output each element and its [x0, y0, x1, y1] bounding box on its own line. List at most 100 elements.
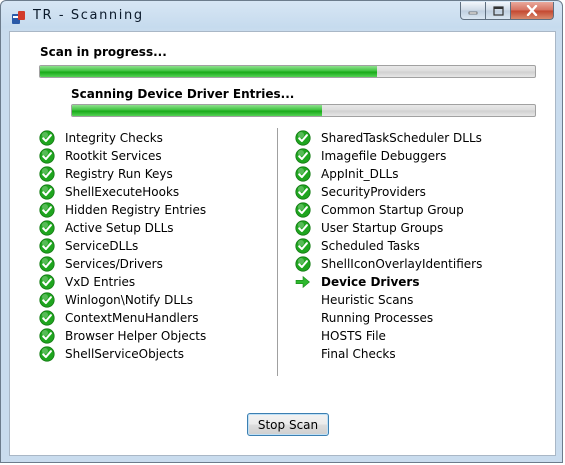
green-check-icon: [295, 202, 311, 218]
green-check-icon: [39, 328, 55, 344]
right-check-item: ShellIconOverlayIdentifiers: [295, 255, 482, 273]
right-check-item: HOSTS File: [295, 327, 482, 345]
green-check-icon: [295, 256, 311, 272]
right-check-item: SharedTaskScheduler DLLs: [295, 129, 482, 147]
left-check-item: ShellExecuteHooks: [39, 183, 206, 201]
right-check-item: AppInit_DLLs: [295, 165, 482, 183]
right-check-item-label: HOSTS File: [321, 329, 386, 343]
green-check-icon: [39, 202, 55, 218]
green-check-icon: [295, 148, 311, 164]
left-check-item: Hidden Registry Entries: [39, 201, 206, 219]
scan-panel: Scan in progress... Scanning Device Driv…: [9, 31, 556, 456]
left-check-item-label: ServiceDLLs: [65, 239, 139, 253]
green-check-icon: [39, 310, 55, 326]
close-icon: [526, 5, 538, 16]
right-check-item-label: Running Processes: [321, 311, 434, 325]
sub-progress-fill: [72, 105, 323, 116]
left-check-item-label: ShellExecuteHooks: [65, 185, 180, 199]
sub-progress-label: Scanning Device Driver Entries...: [71, 87, 295, 101]
green-check-icon: [295, 184, 311, 200]
left-check-item: Browser Helper Objects: [39, 327, 206, 345]
green-check-icon: [39, 184, 55, 200]
minimize-icon: [468, 11, 478, 14]
left-check-item-label: Registry Run Keys: [65, 167, 173, 181]
green-check-icon: [295, 238, 311, 254]
scan-window: TR - Scanning Scan in progress... Scanni…: [0, 0, 563, 463]
right-check-item: Device Drivers: [295, 273, 482, 291]
overall-progress-bar: [39, 65, 536, 78]
right-check-item-label: Device Drivers: [321, 275, 420, 289]
right-check-item: Running Processes: [295, 309, 482, 327]
right-check-item-label: User Startup Groups: [321, 221, 444, 235]
maximize-icon: [492, 5, 504, 16]
right-check-item: User Startup Groups: [295, 219, 482, 237]
green-check-icon: [39, 220, 55, 236]
green-check-icon: [39, 166, 55, 182]
left-check-item: Winlogon\Notify DLLs: [39, 291, 206, 309]
close-button[interactable]: [511, 2, 554, 20]
title-bar[interactable]: TR - Scanning: [1, 1, 562, 31]
green-check-icon: [39, 256, 55, 272]
left-check-item-label: Winlogon\Notify DLLs: [65, 293, 193, 307]
left-check-item: ContextMenuHandlers: [39, 309, 206, 327]
right-check-item-label: Final Checks: [321, 347, 396, 361]
left-check-item-label: ContextMenuHandlers: [65, 311, 199, 325]
left-check-item: Registry Run Keys: [39, 165, 206, 183]
right-check-item-label: SecurityProviders: [321, 185, 426, 199]
green-check-icon: [39, 130, 55, 146]
green-arrow-icon: [295, 274, 311, 290]
pending-blank-icon: [295, 292, 311, 308]
sub-progress-bar: [71, 104, 536, 117]
right-check-item-label: AppInit_DLLs: [321, 167, 399, 181]
right-check-item-label: Imagefile Debuggers: [321, 149, 447, 163]
overall-progress-label: Scan in progress...: [40, 45, 167, 59]
left-check-item-label: Integrity Checks: [65, 131, 163, 145]
green-check-icon: [39, 148, 55, 164]
right-check-item: Imagefile Debuggers: [295, 147, 482, 165]
pending-blank-icon: [295, 310, 311, 326]
app-icon: [9, 8, 27, 26]
right-check-item-label: ShellIconOverlayIdentifiers: [321, 257, 483, 271]
right-check-item-label: Heuristic Scans: [321, 293, 414, 307]
left-check-item-label: Services/Drivers: [65, 257, 163, 271]
left-check-item: Integrity Checks: [39, 129, 206, 147]
right-check-list: SharedTaskScheduler DLLs Imagefile Debugg…: [295, 129, 482, 363]
left-check-list: Integrity Checks Rootkit Services Registry…: [39, 129, 206, 363]
right-check-item: SecurityProviders: [295, 183, 482, 201]
window-controls: [460, 2, 554, 20]
left-check-item: ShellServiceObjects: [39, 345, 206, 363]
left-check-item-label: ShellServiceObjects: [65, 347, 184, 361]
left-check-item-label: VxD Entries: [65, 275, 136, 289]
right-check-item-label: Common Startup Group: [321, 203, 464, 217]
right-check-item-label: Scheduled Tasks: [321, 239, 420, 253]
green-check-icon: [295, 130, 311, 146]
green-check-icon: [295, 166, 311, 182]
green-check-icon: [39, 346, 55, 362]
green-check-icon: [39, 274, 55, 290]
left-check-item-label: Hidden Registry Entries: [65, 203, 207, 217]
right-check-item: Final Checks: [295, 345, 482, 363]
column-divider: [277, 128, 278, 376]
left-check-item: ServiceDLLs: [39, 237, 206, 255]
left-check-item: VxD Entries: [39, 273, 206, 291]
minimize-button[interactable]: [460, 2, 486, 20]
right-check-item: Heuristic Scans: [295, 291, 482, 309]
stop-scan-button[interactable]: Stop Scan: [247, 413, 329, 436]
green-check-icon: [39, 292, 55, 308]
left-check-item: Services/Drivers: [39, 255, 206, 273]
left-check-item-label: Browser Helper Objects: [65, 329, 207, 343]
window-title: TR - Scanning: [33, 8, 144, 23]
maximize-button[interactable]: [486, 2, 511, 20]
left-check-item-label: Active Setup DLLs: [65, 221, 174, 235]
green-check-icon: [295, 220, 311, 236]
left-check-item: Rootkit Services: [39, 147, 206, 165]
green-check-icon: [39, 238, 55, 254]
pending-blank-icon: [295, 328, 311, 344]
right-check-item-label: SharedTaskScheduler DLLs: [321, 131, 482, 145]
overall-progress-fill: [40, 66, 377, 77]
right-check-item: Scheduled Tasks: [295, 237, 482, 255]
left-check-item: Active Setup DLLs: [39, 219, 206, 237]
pending-blank-icon: [295, 346, 311, 362]
left-check-item-label: Rootkit Services: [65, 149, 162, 163]
right-check-item: Common Startup Group: [295, 201, 482, 219]
